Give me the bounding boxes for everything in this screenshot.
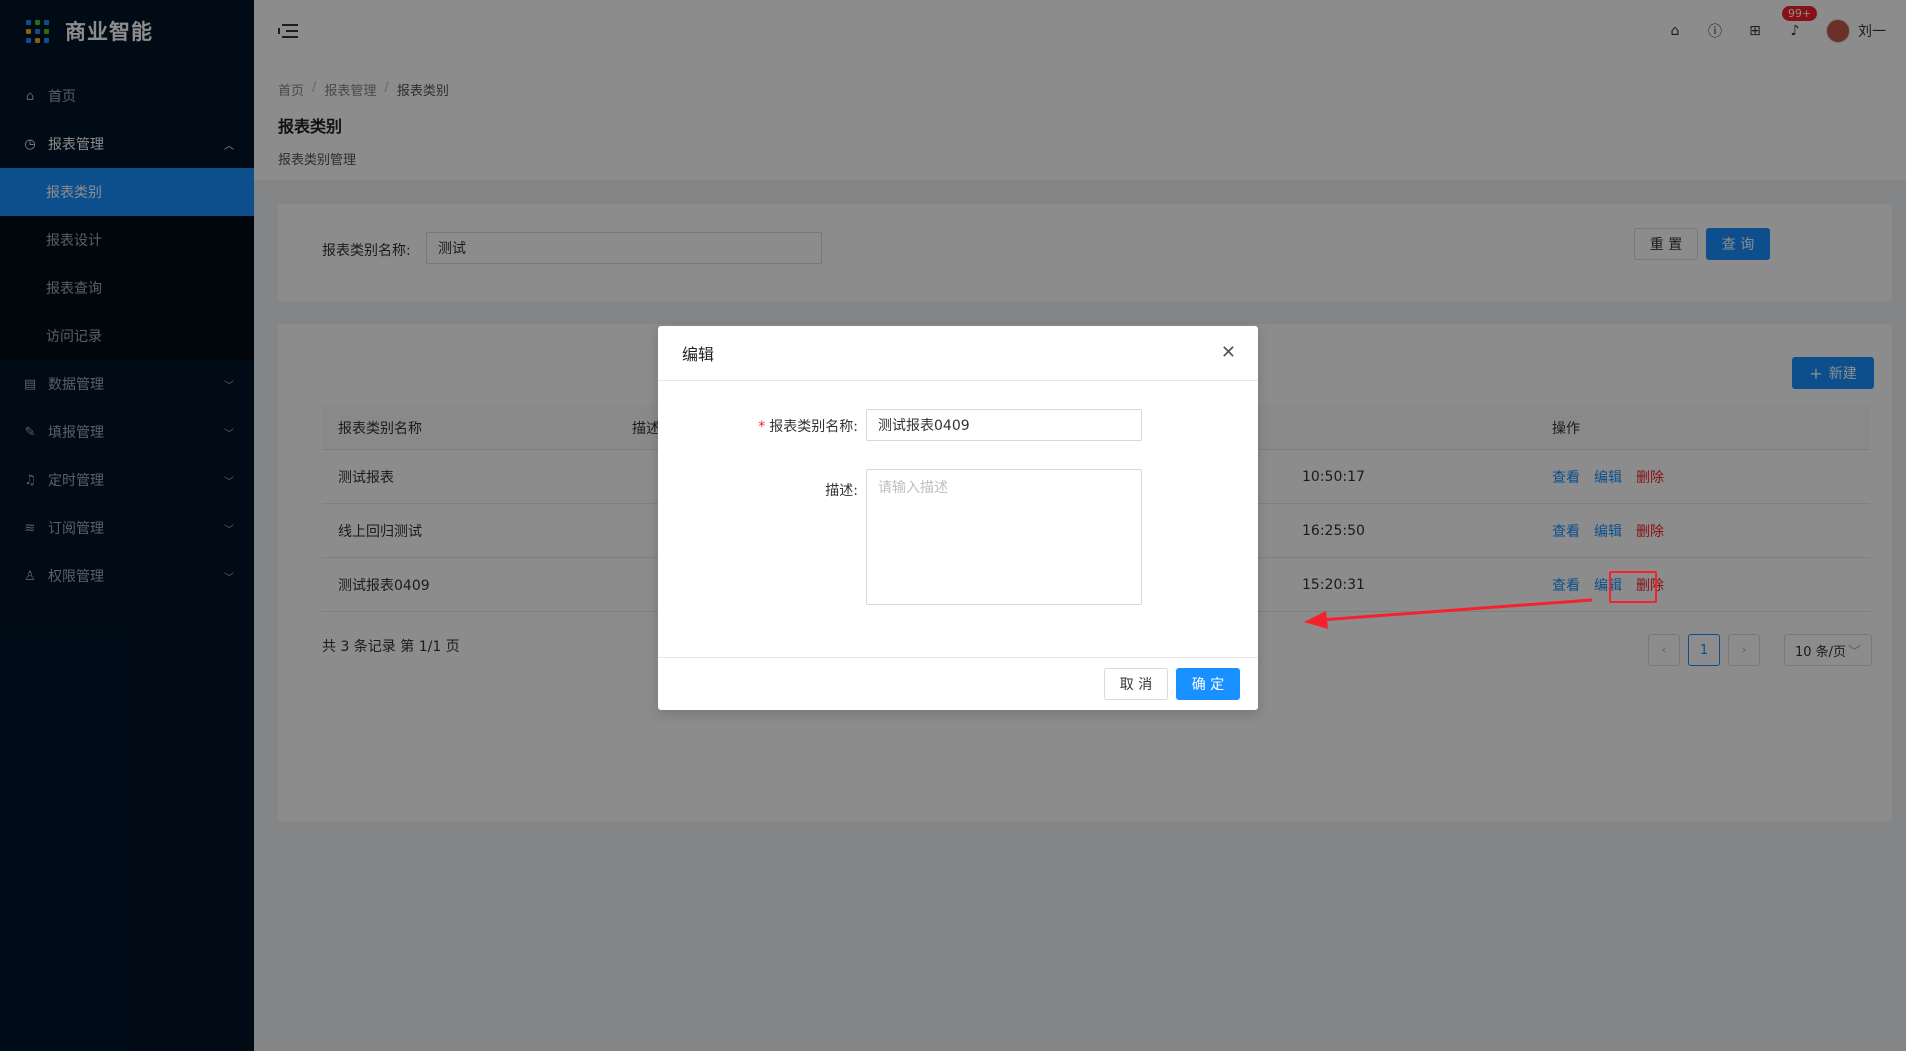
- annotation-arrow-icon: [1304, 598, 1593, 629]
